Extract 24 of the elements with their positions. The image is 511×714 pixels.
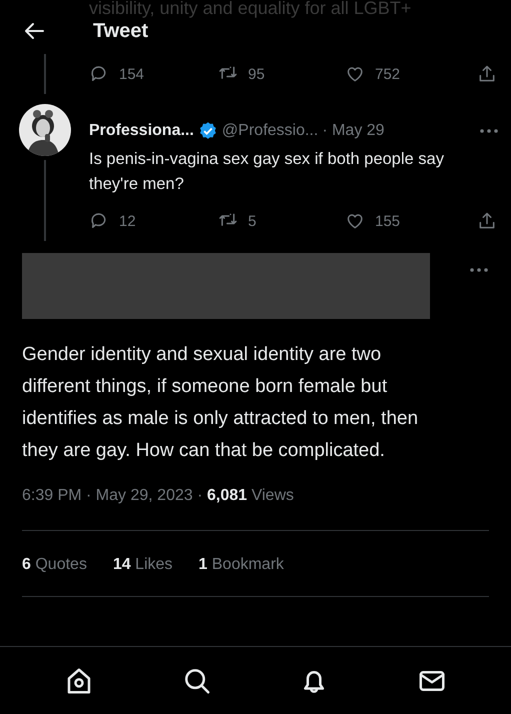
share-button[interactable] xyxy=(477,211,497,231)
like-button[interactable]: 155 xyxy=(345,211,477,231)
share-icon xyxy=(477,211,497,231)
share-button[interactable] xyxy=(477,64,497,84)
faded-text: visibility, unity and equality for all LGBT+ xyxy=(88,0,412,19)
stat-link[interactable]: 1 Bookmark xyxy=(198,556,284,574)
stat-link[interactable]: 14 Likes xyxy=(112,556,173,574)
reply-button[interactable]: 12 xyxy=(89,211,218,231)
user-handle[interactable]: @Professio... xyxy=(222,122,318,140)
tweet-text: Is penis-in-vagina sex gay sex if both people say they're men? xyxy=(89,149,445,195)
reply-button[interactable]: 154 xyxy=(89,64,218,84)
page-title: Tweet xyxy=(93,20,148,42)
stat-link[interactable]: 6 Quotes xyxy=(22,556,87,574)
like-button[interactable]: 752 xyxy=(345,64,477,84)
more-button[interactable] xyxy=(479,128,499,134)
post-timestamp: 6:39 PM · May 29, 2023 · xyxy=(22,487,203,504)
tweet-text: Gender identity and sexual identity are two different things, if someone born female but identifies as male is only attracted to men, then they are gay. How can that be complicated. xyxy=(22,343,420,463)
retweet-button[interactable]: 5 xyxy=(218,211,345,231)
more-button[interactable] xyxy=(469,267,489,273)
share-icon xyxy=(477,64,497,84)
post-date: · May 29 xyxy=(322,122,384,140)
display-name[interactable]: Professiona... xyxy=(89,122,194,140)
retweet-button[interactable]: 95 xyxy=(218,64,345,84)
view-count: 6,081 Views xyxy=(206,487,294,504)
